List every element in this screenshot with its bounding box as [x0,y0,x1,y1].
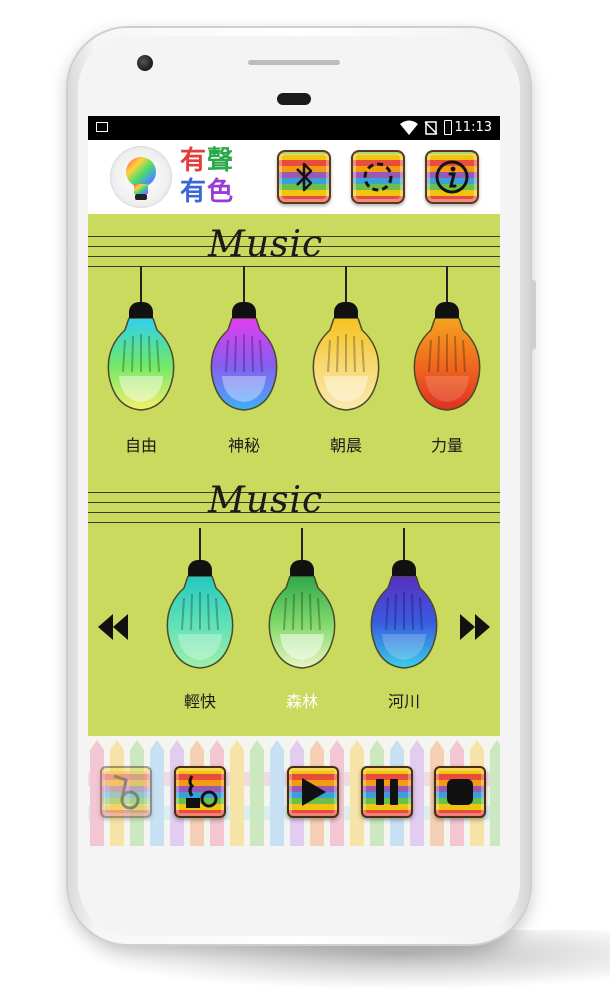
picket-fence-panel [88,736,500,846]
lamp-button[interactable] [101,266,181,416]
app-header: 有聲 有色 [88,140,500,214]
lamp-label: 自由 [124,436,157,455]
wifi-icon [400,120,418,135]
app-screen: 11:13 有聲 有色 Music 自由 神秘 朝晨 力量 Music 輕快 森… [88,116,500,846]
bulb-icon [312,318,380,411]
play-icon [302,778,326,806]
next-page-button[interactable] [458,612,492,642]
status-bar: 11:13 [88,116,500,140]
timer-button[interactable] [351,150,405,204]
lamp-button[interactable] [262,528,342,678]
lamp-label-selected: 森林 [285,692,318,711]
visualizer-button[interactable] [100,766,152,818]
record-player-button[interactable] [174,766,226,818]
app-title-char: 聲 [207,146,235,176]
lamp-button[interactable] [407,266,487,416]
bulb-icon [370,576,438,669]
no-sim-icon [424,121,438,135]
lamp-label: 輕快 [183,692,216,711]
section-title: Music [208,224,324,265]
lamp-button[interactable] [204,266,284,416]
bulb-icon [210,318,278,411]
image-notification-icon [96,122,108,132]
stop-icon [447,779,473,805]
lamp-label: 神秘 [227,436,260,455]
bulb-icon [107,318,175,411]
gramophone-icon [186,775,218,808]
app-title-char: 有 [180,177,208,207]
sensor-bar [248,60,340,65]
dashed-circle-icon [363,162,393,192]
section-title: Music [208,480,324,521]
app-title-char: 有 [180,146,208,176]
bluetooth-button[interactable] [277,150,331,204]
pause-button[interactable] [361,766,413,818]
pause-icon [376,779,398,805]
bluetooth-icon [296,162,313,192]
app-title: 有聲 有色 [180,146,250,208]
info-icon [435,160,469,194]
lamp-label: 力量 [430,436,463,455]
stop-button[interactable] [434,766,486,818]
lamp-button[interactable] [160,528,240,678]
power-button [530,280,536,350]
bulb-icon [268,576,336,669]
play-button[interactable] [287,766,339,818]
info-button[interactable] [425,150,479,204]
lamp-label: 朝晨 [329,436,362,455]
app-title-char: 色 [207,177,235,207]
bulb-icon [166,576,234,669]
lamp-button[interactable] [306,266,386,416]
battery-icon [444,120,452,135]
tone-arm-icon [113,774,140,810]
lamp-label: 河川 [387,692,420,711]
app-logo-bulb-icon [110,146,172,208]
status-time: 11:13 [454,120,492,135]
front-camera [137,55,153,71]
bulb-icon [413,318,481,411]
previous-page-button[interactable] [96,612,130,642]
lamp-button[interactable] [364,528,444,678]
earpiece [277,93,311,105]
